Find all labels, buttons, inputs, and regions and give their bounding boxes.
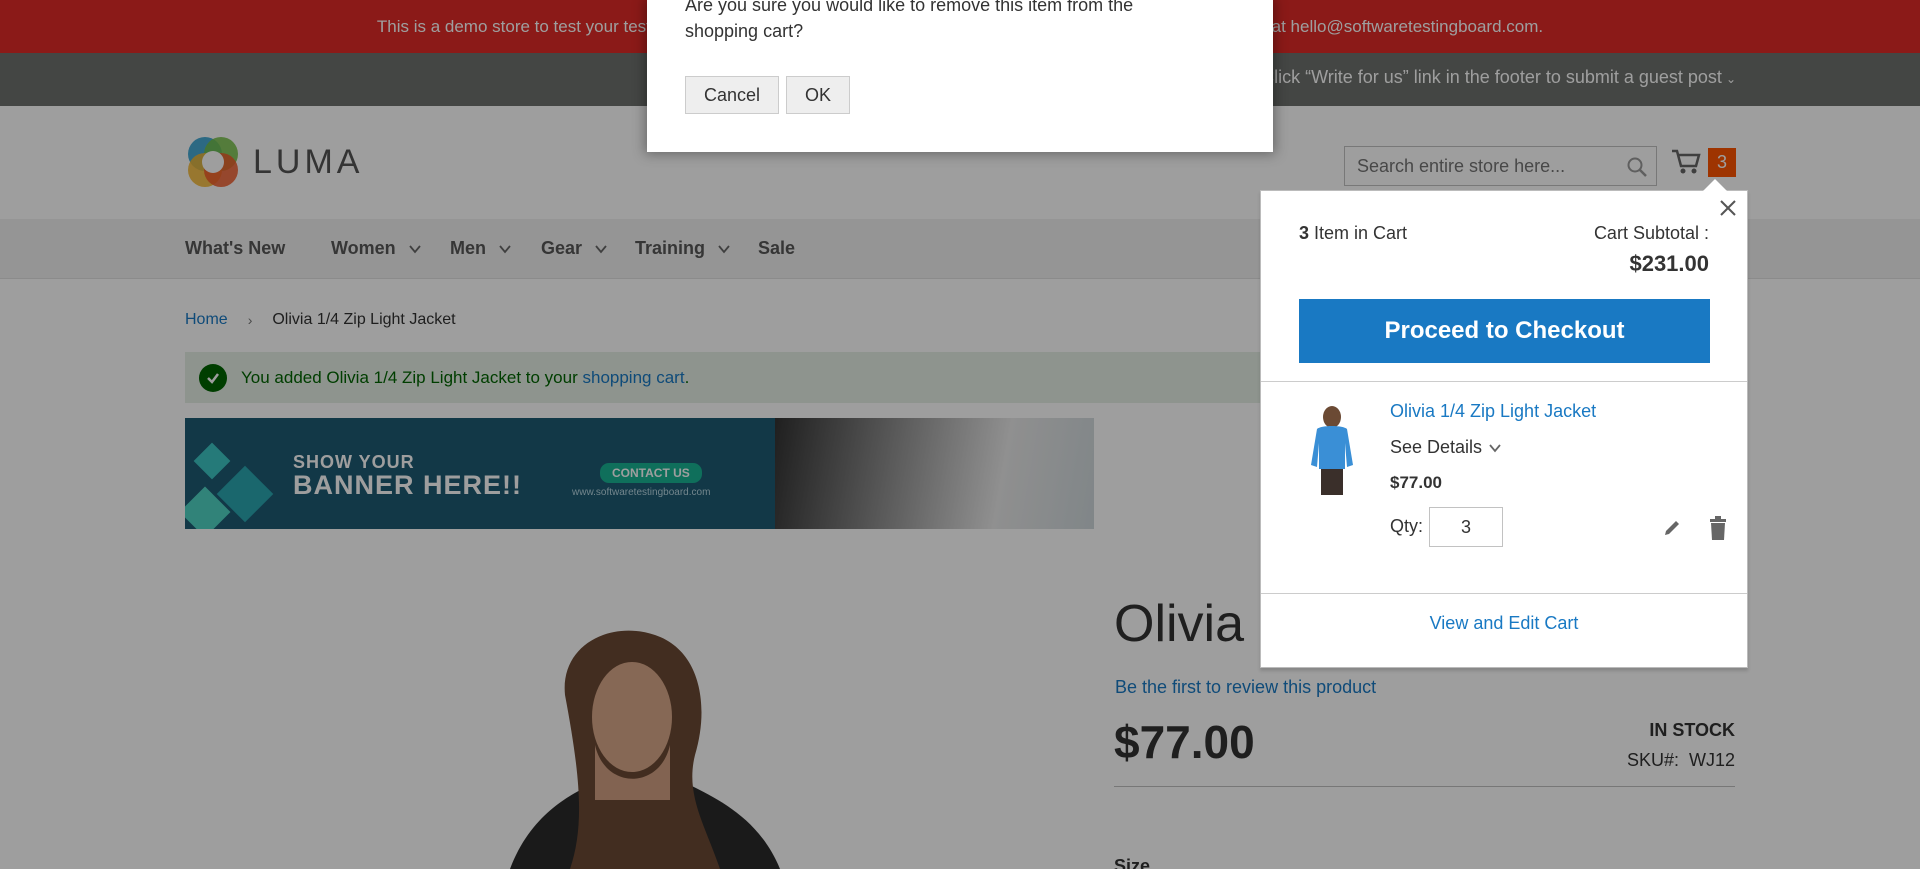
trash-icon[interactable] [1708,516,1728,540]
divider [1261,593,1747,594]
cancel-button[interactable]: Cancel [685,76,779,114]
minicart-count-number: 3 [1299,223,1310,243]
qty-input[interactable] [1429,507,1503,547]
pencil-icon[interactable] [1662,518,1682,538]
minicart-item-count: 3 Item in Cart [1299,223,1407,244]
minicart-dropdown: 3 Item in Cart Cart Subtotal : $231.00 P… [1260,179,1748,668]
minicart-count-label: Item in Cart [1309,223,1408,243]
modal-message: Are you sure you would like to remove th… [685,0,1134,41]
minicart-item-name[interactable]: Olivia 1/4 Zip Light Jacket [1390,401,1596,422]
view-and-edit-cart-link[interactable]: View and Edit Cart [1261,613,1747,634]
see-details-label: See Details [1390,437,1483,457]
close-icon[interactable] [1717,197,1739,219]
qty-label: Qty: [1390,516,1424,536]
see-details-toggle[interactable]: See Details [1390,437,1502,458]
ok-button[interactable]: OK [786,76,850,114]
divider [1261,381,1747,382]
proceed-to-checkout-button[interactable]: Proceed to Checkout [1299,299,1710,363]
minicart-subtotal: $231.00 [1629,251,1709,276]
dropdown-arrow [1703,179,1727,191]
minicart-item-thumbnail[interactable] [1297,403,1367,495]
chevron-down-icon [1489,443,1501,452]
confirm-remove-modal: Are you sure you would like to remove th… [647,0,1273,152]
minicart-subtotal-label: Cart Subtotal : [1593,223,1709,243]
minicart-item-price: $77.00 [1390,473,1442,492]
